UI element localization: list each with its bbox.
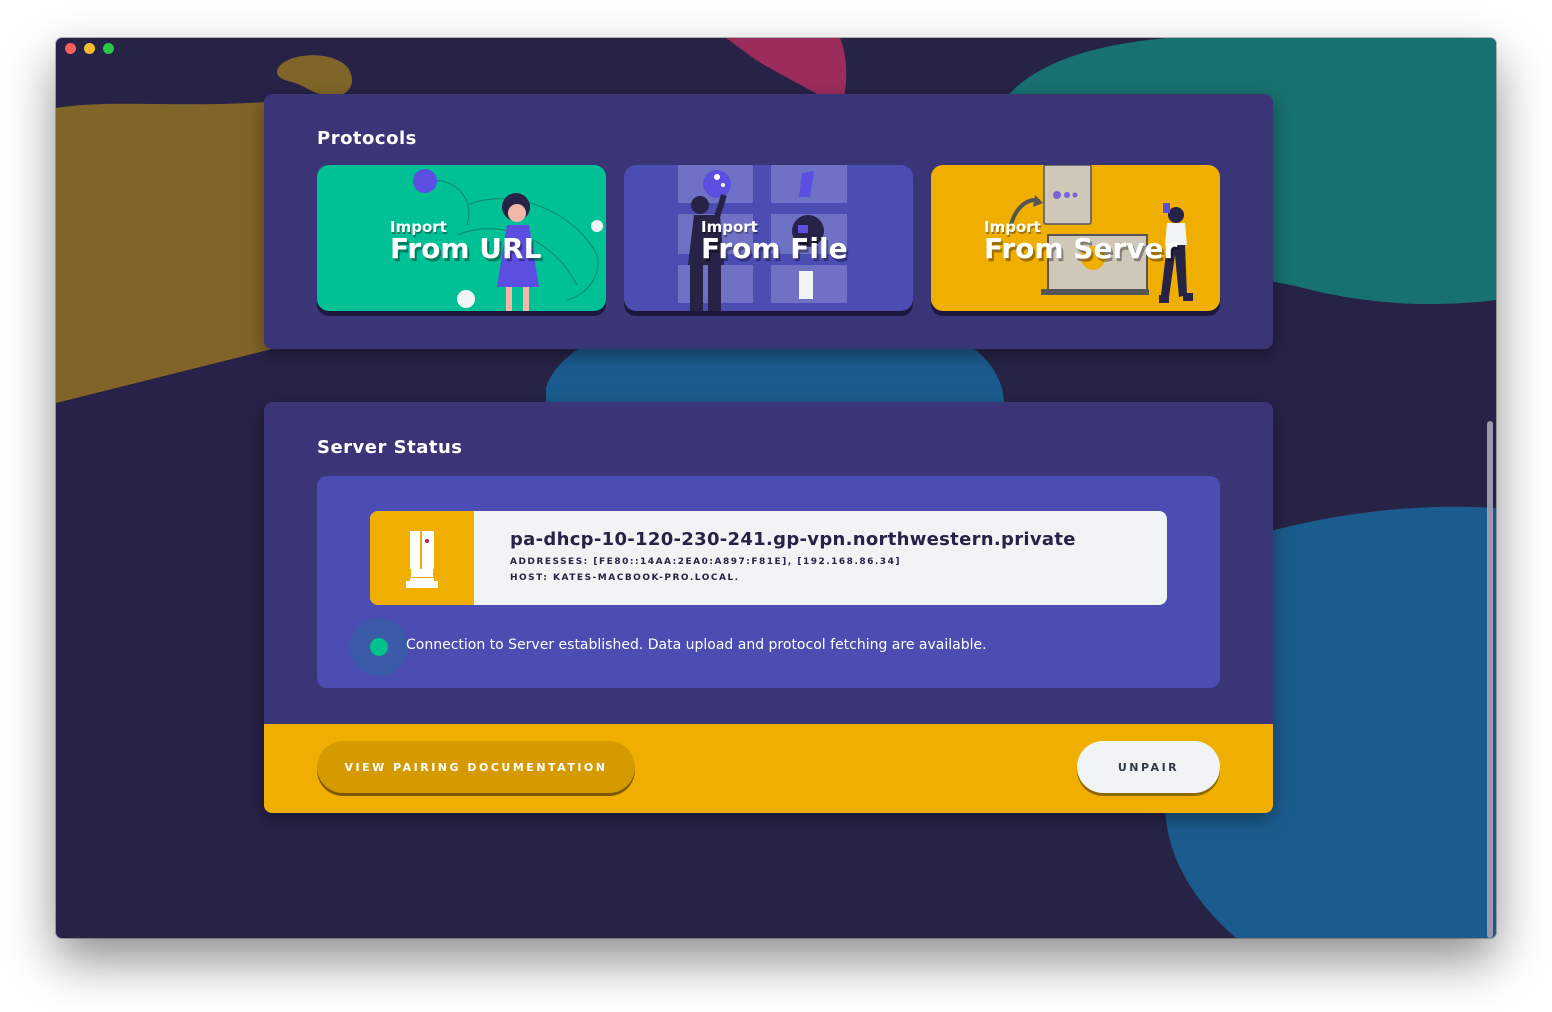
minimize-window-button[interactable] <box>84 43 95 54</box>
status-box: pa-dhcp-10-120-230-241.gp-vpn.northweste… <box>317 476 1220 688</box>
server-tower-icon <box>406 531 438 588</box>
server-card: pa-dhcp-10-120-230-241.gp-vpn.northweste… <box>370 511 1167 605</box>
protocols-title: Protocols <box>317 128 417 149</box>
connection-indicator <box>350 618 408 676</box>
zoom-window-button[interactable] <box>103 43 114 54</box>
card-url-large-label: From URL <box>390 232 542 265</box>
server-addresses: ADDRESSES: [FE80::14AA:2EA0:A897:F81E], … <box>510 557 901 567</box>
import-from-server-card[interactable]: Import From Server <box>931 165 1220 311</box>
app-window: Protocols Import From URL Import From Fi… <box>56 38 1496 938</box>
import-from-file-card[interactable]: Import From File <box>624 165 913 311</box>
view-pairing-documentation-button[interactable]: VIEW PAIRING DOCUMENTATION <box>317 741 635 793</box>
window-controls <box>65 43 114 54</box>
unpair-button[interactable]: UNPAIR <box>1077 741 1220 793</box>
card-file-large-label: From File <box>701 232 848 265</box>
server-status-panel: Server Status pa-dhcp-10-120-230-241.gp-… <box>264 402 1273 813</box>
server-icon-area <box>370 511 474 605</box>
server-status-title: Server Status <box>317 437 463 458</box>
server-name: pa-dhcp-10-120-230-241.gp-vpn.northweste… <box>510 529 1076 550</box>
close-window-button[interactable] <box>65 43 76 54</box>
connection-message: Connection to Server established. Data u… <box>406 637 987 653</box>
vertical-scrollbar[interactable] <box>1487 421 1493 938</box>
server-host: HOST: KATES-MACBOOK-PRO.LOCAL. <box>510 573 740 583</box>
import-from-url-card[interactable]: Import From URL <box>317 165 606 311</box>
pairing-footer: VIEW PAIRING DOCUMENTATION UNPAIR <box>264 724 1273 813</box>
protocols-panel: Protocols Import From URL Import From Fi… <box>264 94 1273 349</box>
connection-status-dot <box>370 638 388 656</box>
card-server-large-label: From Server <box>984 232 1178 265</box>
